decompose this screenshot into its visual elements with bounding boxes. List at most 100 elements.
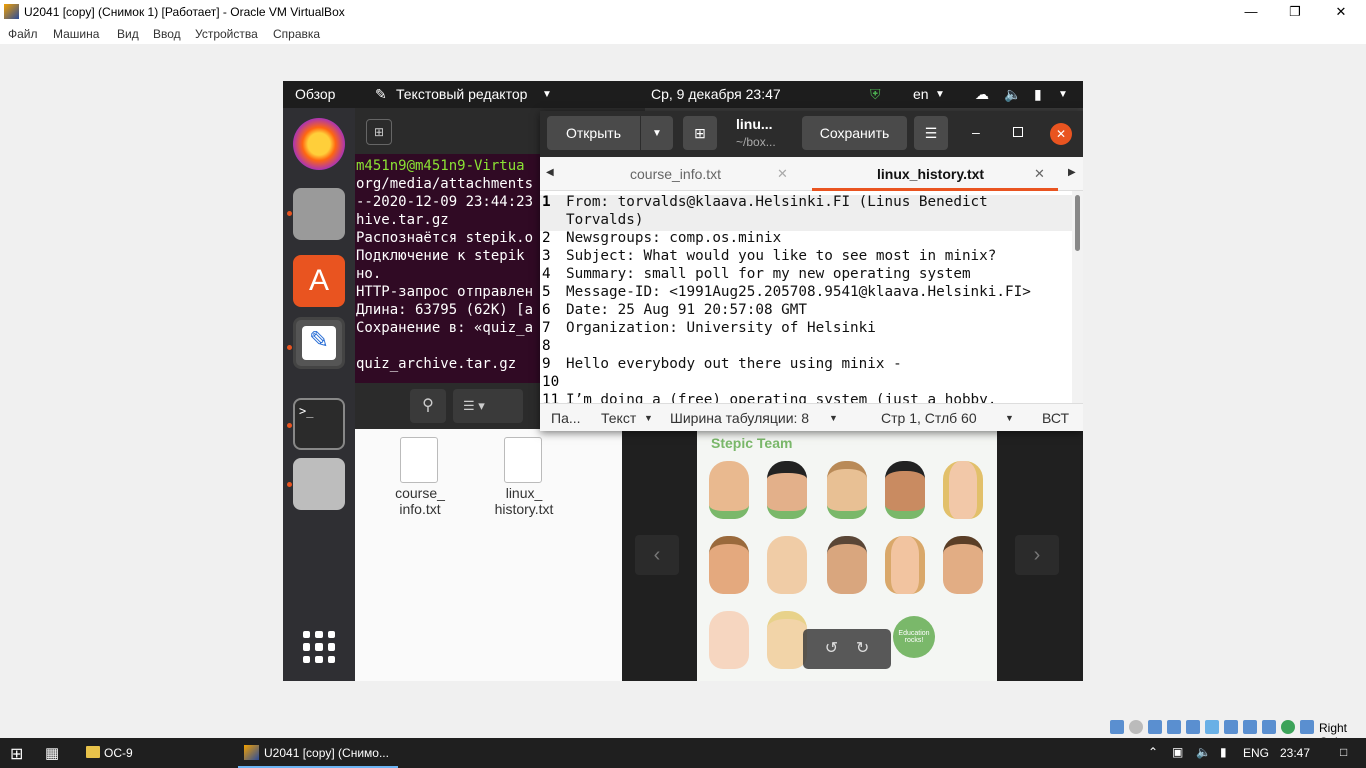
app-menu[interactable]: Текстовый редактор — [396, 86, 527, 102]
menu-view[interactable]: Вид — [117, 27, 139, 41]
code-view[interactable]: 1 From: torvalds@klaava.Helsinki.FI (Linu… — [540, 191, 1072, 403]
cpu-icon[interactable] — [1262, 720, 1276, 734]
menu-devices[interactable]: Устройства — [195, 27, 258, 41]
team-photo: Stepic Team Education rocks! ↺ ↻ — [697, 431, 997, 681]
close-icon[interactable]: ✕ — [1050, 123, 1072, 145]
rotate-controls[interactable]: ↺ ↻ — [803, 629, 891, 669]
tab-close-icon[interactable]: ✕ — [777, 166, 788, 182]
menu-file[interactable]: Файл — [8, 27, 38, 41]
open-button[interactable]: Открыть — [547, 116, 640, 150]
menu-input[interactable]: Ввод — [153, 27, 181, 41]
hamburger-menu-icon[interactable]: ☰ — [914, 116, 948, 150]
activities-button[interactable]: Обзор — [295, 86, 335, 102]
notifications-icon[interactable]: □ — [1340, 745, 1347, 759]
dock: A ✎ >_ — [283, 108, 355, 681]
pencil-icon: ✎ — [302, 326, 336, 360]
running-indicator — [287, 345, 292, 350]
insert-mode: ВСТ — [1042, 410, 1070, 426]
text-editor-icon[interactable]: ✎ — [293, 317, 345, 369]
minimize-icon[interactable]: – — [972, 124, 980, 140]
face-avatar — [767, 611, 807, 669]
virtualbox-status-bar: Right Ctrl — [1110, 718, 1366, 749]
text-file-icon[interactable] — [400, 437, 438, 483]
view-options-button[interactable]: ☰ ▾ — [453, 389, 523, 423]
scroll-left-icon[interactable]: ◀ — [546, 167, 554, 178]
display-icon[interactable] — [1224, 720, 1238, 734]
window-title: U2041 [copy] (Снимок 1) [Работает] - Ora… — [24, 5, 345, 19]
terminal-line: HTTP-запрос отправлен — [356, 284, 534, 300]
image-viewer-icon[interactable] — [293, 458, 345, 510]
maximize-icon[interactable] — [1013, 127, 1023, 137]
file-label-linux-history[interactable]: linux_ history.txt — [479, 485, 569, 517]
show-applications-icon[interactable] — [303, 631, 335, 663]
scroll-right-icon[interactable]: ▶ — [1068, 167, 1076, 178]
cursor-position[interactable]: Стр 1, Стлб 60 — [881, 410, 977, 426]
text-file-icon[interactable] — [504, 437, 542, 483]
taskbar-item-folder[interactable]: OC-9 — [78, 738, 228, 768]
open-menu-chevron-icon[interactable]: ▼ — [641, 116, 673, 150]
gnome-top-bar: Обзор ✎ Текстовый редактор ▼ Ср, 9 декаб… — [283, 81, 1083, 108]
chevron-down-icon: ▼ — [829, 413, 838, 423]
pane-toggle[interactable]: Па... — [551, 410, 581, 426]
virtualbox-icon — [4, 4, 19, 19]
running-indicator — [287, 423, 292, 428]
language-indicator[interactable]: en — [913, 86, 929, 102]
face-avatar — [767, 536, 807, 594]
file-label-course-info[interactable]: course_ info.txt — [375, 485, 465, 517]
search-icon[interactable]: ⚲ — [410, 389, 446, 423]
taskbar-item-virtualbox[interactable]: U2041 [copy] (Снимо... — [238, 738, 398, 768]
mouse-integration-icon[interactable] — [1281, 720, 1295, 734]
tab-close-icon[interactable]: ✕ — [1034, 166, 1045, 182]
restore-button[interactable]: ❐ — [1272, 0, 1318, 23]
windows-start-icon[interactable]: ⊞ — [10, 744, 23, 764]
image-viewer: ‹ › Stepic Team Education rocks! ↺ ↻ — [622, 431, 1083, 681]
vertical-scrollbar[interactable] — [1072, 191, 1083, 403]
task-view-icon[interactable]: ▦ — [45, 744, 59, 762]
volume-icon[interactable]: 🔈 — [1196, 745, 1211, 759]
input-language[interactable]: ENG — [1243, 746, 1269, 760]
audio-icon[interactable] — [1148, 720, 1162, 734]
system-clock[interactable]: 23:47 — [1280, 746, 1310, 760]
optical-drive-icon[interactable] — [1129, 720, 1143, 734]
files-icon[interactable] — [293, 188, 345, 240]
face-avatar — [827, 536, 867, 594]
software-icon[interactable]: A — [293, 255, 345, 307]
face-avatar — [709, 611, 749, 669]
clock[interactable]: Ср, 9 декабря 23:47 — [651, 86, 781, 102]
terminal-icon[interactable]: >_ — [293, 398, 345, 450]
chevron-down-icon: ▼ — [1058, 89, 1068, 100]
menu-machine[interactable]: Машина — [53, 27, 99, 41]
terminal-line: hive.tar.gz — [356, 212, 449, 228]
code-line: 4 Summary: small poll for my new operatin… — [542, 266, 971, 282]
chevron-down-icon: ▼ — [935, 89, 945, 100]
keyboard-icon[interactable] — [1300, 720, 1314, 734]
next-image-button[interactable]: › — [1015, 535, 1059, 575]
battery-icon[interactable]: ▮ — [1220, 745, 1227, 759]
tab-course-info[interactable]: course_info.txt — [630, 166, 721, 182]
network-icon[interactable]: ▣ — [1172, 745, 1183, 759]
network-icon[interactable] — [1167, 720, 1181, 734]
tab-width-selector[interactable]: Ширина табуляции: 8 — [670, 410, 809, 426]
syntax-selector[interactable]: Текст — [601, 410, 636, 426]
volume-icon[interactable]: 🔈 — [1004, 86, 1021, 103]
minimize-button[interactable]: — — [1228, 0, 1274, 23]
previous-image-button[interactable]: ‹ — [635, 535, 679, 575]
terminal-line: m451n9@m451n9-Virtua — [356, 158, 525, 174]
close-button[interactable]: ✕ — [1318, 0, 1364, 23]
new-tab-button[interactable]: ⊞ — [366, 119, 392, 145]
shared-folders-icon[interactable] — [1205, 720, 1219, 734]
firefox-icon[interactable] — [293, 118, 345, 170]
battery-icon[interactable]: ▮ — [1034, 86, 1042, 103]
tab-linux-history[interactable]: linux_history.txt ✕ — [812, 157, 1058, 191]
scrollbar-thumb[interactable] — [1075, 195, 1080, 251]
network-icon[interactable]: ☁ — [975, 86, 989, 103]
new-document-button[interactable]: ⊞ — [683, 116, 717, 150]
menu-help[interactable]: Справка — [273, 27, 320, 41]
save-button[interactable]: Сохранить — [802, 116, 907, 150]
chevron-up-icon[interactable]: ⌃ — [1148, 745, 1158, 759]
hard-disk-icon[interactable] — [1110, 720, 1124, 734]
recording-icon[interactable] — [1243, 720, 1257, 734]
usb-icon[interactable] — [1186, 720, 1200, 734]
terminal-line: Подключение к stepik — [356, 248, 525, 264]
terminal-line: Сохранение в: «quiz_a — [356, 320, 534, 336]
